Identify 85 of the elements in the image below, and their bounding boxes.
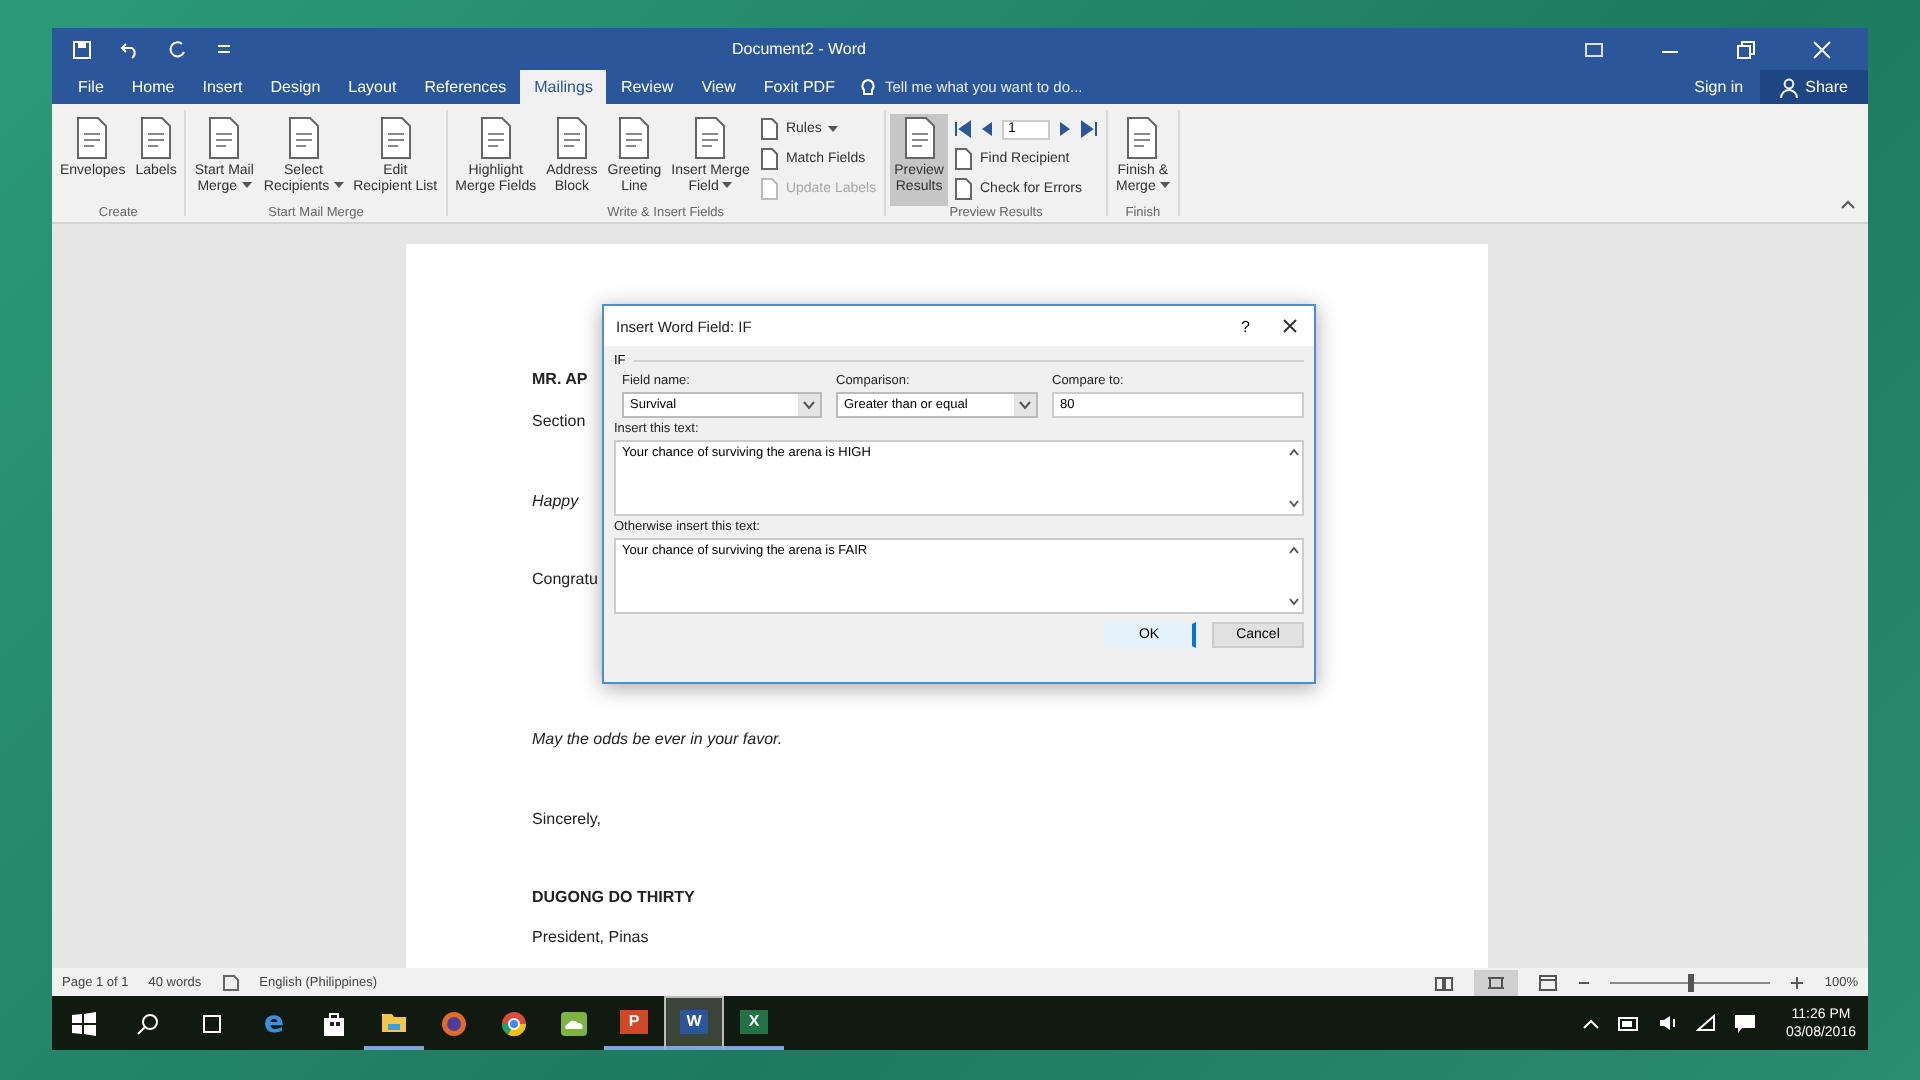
notification-icon[interactable] xyxy=(1733,1013,1756,1033)
document-icon xyxy=(375,116,416,160)
first-record-icon[interactable] xyxy=(954,120,972,138)
chevron-down-icon xyxy=(1287,500,1299,508)
ribbon-display-icon[interactable] xyxy=(1584,39,1604,59)
speaker-icon[interactable] xyxy=(1657,1014,1678,1032)
document-icon xyxy=(690,116,731,160)
chevron-up-icon[interactable] xyxy=(1581,1017,1600,1029)
window-title: Document2 - Word xyxy=(732,40,868,58)
zoom-in-icon[interactable] xyxy=(1790,975,1805,989)
document-icon xyxy=(759,148,780,170)
paragraph: President, Pinas xyxy=(532,926,649,950)
document-icon xyxy=(759,118,780,140)
print-layout-icon xyxy=(1486,973,1507,991)
paragraph: Congratu xyxy=(532,568,598,592)
windows-logo-icon[interactable] xyxy=(72,1011,96,1035)
person-icon xyxy=(1779,77,1798,97)
last-record-icon[interactable] xyxy=(1080,120,1098,138)
shopping-bag-icon xyxy=(320,1009,348,1037)
document-icon xyxy=(954,178,974,200)
web-layout-icon[interactable] xyxy=(1538,973,1559,991)
ribbon-tab[interactable]: File xyxy=(64,70,118,104)
taskbar-button[interactable]: W xyxy=(664,996,724,1050)
previous-record-icon[interactable] xyxy=(980,120,994,138)
chevron-down-icon xyxy=(802,400,816,410)
task-view-icon[interactable] xyxy=(200,1011,224,1035)
edge-letter: e xyxy=(263,1008,285,1038)
document-icon xyxy=(614,116,655,160)
slider-thumb[interactable] xyxy=(1687,973,1694,991)
ribbon-tab[interactable]: Insert xyxy=(188,70,257,104)
chevron-up-icon xyxy=(1287,546,1299,554)
paragraph: DUGONG DO THIRTY xyxy=(532,886,695,910)
close-button[interactable] xyxy=(1278,314,1302,338)
sign-in-link[interactable]: Sign in xyxy=(1694,78,1744,96)
app-tile-icon: P xyxy=(620,1009,648,1033)
document-icon xyxy=(1122,116,1163,160)
document-icon xyxy=(551,116,592,160)
taskbar-button[interactable]: X xyxy=(724,996,784,1050)
restore-icon[interactable] xyxy=(1736,39,1756,59)
taskbar-button[interactable]: e xyxy=(244,996,304,1050)
lightbulb-icon xyxy=(860,77,877,97)
help-button[interactable]: ? xyxy=(1237,317,1254,335)
paragraph: May the odds be ever in your favor. xyxy=(532,728,783,752)
paragraph: MR. AP xyxy=(532,368,588,392)
document-icon xyxy=(283,116,324,160)
wifi-icon[interactable] xyxy=(1695,1014,1716,1032)
paragraph: Happy xyxy=(532,490,579,514)
ribbon-tab[interactable]: Foxit PDF xyxy=(749,70,849,104)
document-icon xyxy=(136,116,177,160)
redo-icon[interactable] xyxy=(168,39,188,59)
document-icon xyxy=(72,116,113,160)
round-logo-icon xyxy=(500,1009,528,1037)
ribbon-tab[interactable]: Review xyxy=(606,70,688,104)
ribbon-tab[interactable]: References xyxy=(410,70,521,104)
search-icon[interactable] xyxy=(136,1011,160,1035)
document-icon xyxy=(475,116,516,160)
chevron-down-icon xyxy=(1287,598,1299,606)
ribbon-tab[interactable]: Design xyxy=(256,70,335,104)
print-layout-button[interactable] xyxy=(1474,969,1519,995)
document-icon xyxy=(899,116,940,160)
share-button[interactable]: Share xyxy=(1759,70,1868,104)
paragraph: Sincerely, xyxy=(532,808,602,832)
battery-icon[interactable] xyxy=(1617,1015,1640,1031)
paragraph: Section xyxy=(532,410,586,434)
ribbon-tab[interactable]: Layout xyxy=(334,70,411,104)
document-icon xyxy=(759,178,780,200)
document-icon xyxy=(954,148,974,170)
collapse-ribbon-icon[interactable] xyxy=(1840,198,1856,210)
cloud-icon xyxy=(560,1009,588,1037)
document-icon xyxy=(204,116,245,160)
ribbon-tab[interactable]: Mailings xyxy=(520,70,607,104)
proofing-icon[interactable] xyxy=(221,973,240,991)
customize-icon[interactable] xyxy=(216,39,232,59)
next-record-icon[interactable] xyxy=(1058,120,1072,138)
close-icon xyxy=(1282,318,1298,334)
undo-icon[interactable] xyxy=(120,39,140,59)
read-mode-icon[interactable] xyxy=(1434,973,1455,991)
chevron-up-icon xyxy=(1287,448,1299,456)
save-icon[interactable] xyxy=(72,39,92,59)
close-icon[interactable] xyxy=(1812,39,1832,59)
app-tile-icon: W xyxy=(680,1010,708,1034)
chevron-down-icon xyxy=(1018,400,1032,410)
ribbon-tab[interactable]: View xyxy=(687,70,750,104)
app-tile-icon: X xyxy=(740,1009,768,1033)
ribbon-tab[interactable]: Home xyxy=(117,70,189,104)
